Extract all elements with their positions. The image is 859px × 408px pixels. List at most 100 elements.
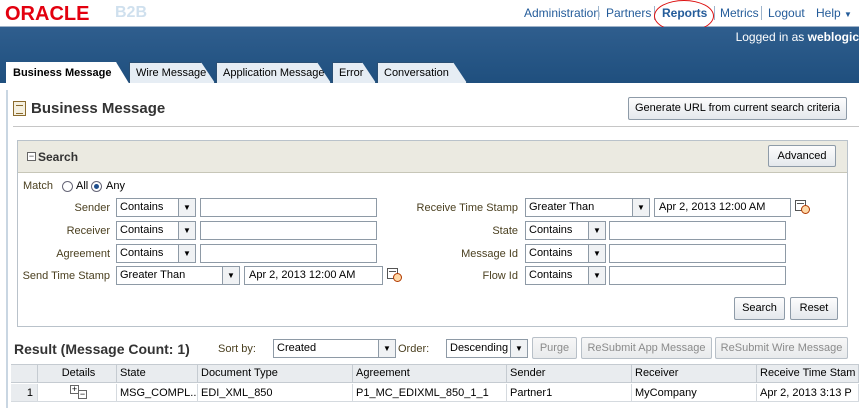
- user-name: weblogic: [807, 30, 859, 44]
- sort-by-value: Created: [277, 342, 317, 354]
- message-id-operator-value: Contains: [529, 247, 573, 259]
- agreement-label: Agreement: [56, 248, 110, 260]
- search-title: Search: [38, 150, 79, 164]
- flow-id-operator-value: Contains: [529, 269, 573, 281]
- receive-time-operator-value: Greater Than: [529, 201, 595, 213]
- product-name: B2B: [115, 4, 148, 21]
- column-header-document-type[interactable]: Document Type: [198, 365, 353, 383]
- chevron-down-icon: ▼: [632, 199, 649, 216]
- nav-logout[interactable]: Logout: [768, 6, 805, 20]
- chevron-down-icon: ▼: [588, 267, 605, 284]
- row-agreement: P1_MC_EDIXML_850_1_1: [353, 384, 507, 402]
- chevron-down-icon: ▼: [178, 222, 195, 239]
- search-header: [18, 141, 847, 173]
- agreement-operator-select[interactable]: Contains ▼: [116, 244, 196, 263]
- nav-partners[interactable]: Partners: [606, 6, 651, 20]
- state-input[interactable]: [609, 221, 786, 240]
- nav-administration[interactable]: Administration: [524, 6, 600, 20]
- chevron-down-icon: ▼: [178, 245, 195, 262]
- row-state: MSG_COMPL...: [117, 384, 198, 402]
- nav-separator: [714, 6, 715, 20]
- sender-operator-select[interactable]: Contains ▼: [116, 198, 196, 217]
- receive-time-operator-select[interactable]: Greater Than ▼: [525, 198, 650, 217]
- purge-button[interactable]: Purge: [532, 337, 577, 359]
- row-receiver: MyCompany: [632, 384, 757, 402]
- resubmit-wire-message-button[interactable]: ReSubmit Wire Message: [715, 337, 848, 359]
- column-header-agreement[interactable]: Agreement: [353, 365, 507, 383]
- flow-id-label: Flow Id: [482, 270, 518, 282]
- flow-id-operator-select[interactable]: Contains ▼: [525, 266, 606, 285]
- send-time-operator-value: Greater Than: [120, 269, 186, 281]
- tab-business-message[interactable]: Business Message: [6, 62, 130, 85]
- sender-label: Sender: [74, 202, 110, 214]
- sort-by-label: Sort by:: [218, 343, 256, 355]
- chevron-down-icon: ▼: [378, 340, 395, 357]
- generate-url-button[interactable]: Generate URL from current search criteri…: [628, 97, 847, 120]
- send-time-operator-select[interactable]: Greater Than ▼: [116, 266, 240, 285]
- collapse-icon[interactable]: −: [27, 152, 36, 161]
- search-button[interactable]: Search: [734, 297, 785, 320]
- tab-application-message[interactable]: Application Message: [216, 62, 331, 83]
- sender-operator-value: Contains: [120, 201, 164, 213]
- resubmit-app-message-button[interactable]: ReSubmit App Message: [581, 337, 712, 359]
- column-header-details[interactable]: Details: [38, 365, 117, 383]
- tab-conversation[interactable]: Conversation: [377, 62, 467, 83]
- order-value: Descending: [450, 342, 509, 354]
- sender-input[interactable]: [200, 198, 377, 217]
- agreement-input[interactable]: [200, 244, 377, 263]
- column-header-state[interactable]: State: [117, 365, 198, 383]
- agreement-operator-value: Contains: [120, 247, 164, 259]
- help-label: Help: [816, 6, 841, 20]
- message-id-operator-select[interactable]: Contains ▼: [525, 244, 606, 263]
- column-header-receiver[interactable]: Receiver: [632, 365, 757, 383]
- row-index: 1: [11, 384, 38, 402]
- message-id-label: Message Id: [461, 248, 518, 260]
- logged-in-label: Logged in as: [735, 30, 805, 44]
- state-operator-value: Contains: [529, 224, 573, 236]
- tab-wire-message[interactable]: Wire Message: [129, 62, 215, 83]
- receiver-operator-select[interactable]: Contains ▼: [116, 221, 196, 240]
- divider: [13, 126, 859, 127]
- send-time-stamp-label: Send Time Stamp: [22, 270, 110, 282]
- order-label: Order:: [398, 343, 430, 355]
- flow-id-input[interactable]: [609, 266, 786, 285]
- nav-help[interactable]: Help ▼: [816, 6, 852, 20]
- content-frame: [6, 90, 8, 408]
- chevron-down-icon: ▼: [222, 267, 239, 284]
- reset-button[interactable]: Reset: [790, 297, 838, 320]
- match-all-radio[interactable]: [62, 181, 73, 192]
- send-time-input[interactable]: Apr 2, 2013 12:00 AM: [244, 266, 383, 285]
- chevron-down-icon: ▼: [510, 340, 527, 357]
- column-header-index: [11, 365, 38, 383]
- state-operator-select[interactable]: Contains ▼: [525, 221, 606, 240]
- document-icon: [13, 101, 26, 116]
- row-details[interactable]: + −: [38, 384, 117, 402]
- oracle-logo: ORACLE: [5, 3, 90, 25]
- receive-time-stamp-label: Receive Time Stamp: [416, 202, 518, 214]
- nav-metrics[interactable]: Metrics: [720, 6, 759, 20]
- logged-in-text: Logged in as weblogic: [736, 30, 859, 44]
- page-title: Business Message: [31, 100, 166, 117]
- sort-by-select[interactable]: Created ▼: [273, 339, 396, 358]
- match-any-label: Any: [106, 180, 125, 192]
- receiver-label: Receiver: [66, 225, 110, 237]
- advanced-button[interactable]: Advanced: [768, 145, 836, 167]
- chevron-down-icon: ▼: [844, 10, 852, 19]
- message-id-input[interactable]: [609, 244, 786, 263]
- row-document-type: EDI_XML_850: [198, 384, 353, 402]
- nav-separator: [598, 6, 599, 20]
- receiver-operator-value: Contains: [120, 224, 164, 236]
- calendar-icon[interactable]: [795, 199, 810, 214]
- column-header-sender[interactable]: Sender: [507, 365, 632, 383]
- order-select[interactable]: Descending ▼: [446, 339, 528, 358]
- chevron-down-icon: ▼: [588, 245, 605, 262]
- match-all-label: All: [76, 180, 89, 192]
- row-receive-time: Apr 2, 2013 3:13 P: [757, 384, 859, 402]
- collapse-icon[interactable]: −: [78, 390, 87, 399]
- receive-time-input[interactable]: Apr 2, 2013 12:00 AM: [654, 198, 791, 217]
- result-title: Result (Message Count: 1): [14, 341, 190, 357]
- column-header-receive-time[interactable]: Receive Time Stam: [757, 365, 859, 383]
- state-label: State: [492, 225, 518, 237]
- receiver-input[interactable]: [200, 221, 377, 240]
- match-any-radio[interactable]: [91, 181, 102, 192]
